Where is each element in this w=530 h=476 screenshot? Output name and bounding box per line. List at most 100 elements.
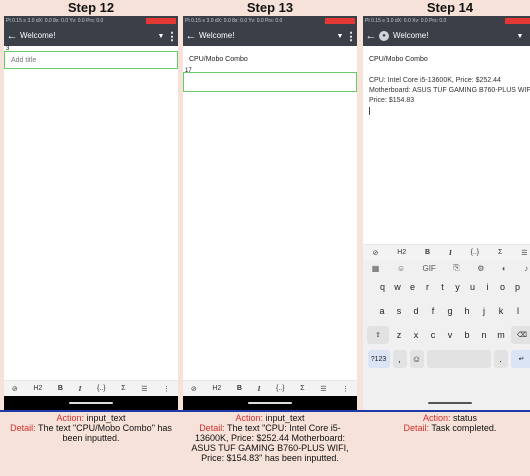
math-button[interactable]: Σ xyxy=(300,385,304,392)
key-d[interactable]: d xyxy=(409,302,423,320)
note-body-input[interactable]: CPU: Intel Core i5-13600K, Price: $252.4… xyxy=(369,76,530,115)
home-pill[interactable] xyxy=(69,402,113,404)
mic-icon[interactable]: ♪ xyxy=(524,264,528,273)
code-button[interactable]: {..} xyxy=(97,385,106,392)
italic-button[interactable]: I xyxy=(258,385,261,393)
key-z[interactable]: z xyxy=(392,326,406,344)
status-text: Pt 0.15 ≡ 3.0 dX: 0.0 8x: 0.0 Yv: 0.0 Pr… xyxy=(185,18,283,24)
chevron-down-icon[interactable]: ▼ xyxy=(335,33,345,40)
note-title-input[interactable]: CPU/Mobo Combo xyxy=(183,51,357,69)
backspace-key[interactable]: ⌫ xyxy=(511,326,530,344)
key-o[interactable]: o xyxy=(496,278,510,296)
sticker-icon[interactable]: ☺ xyxy=(397,264,405,273)
gif-button[interactable]: GIF xyxy=(422,264,435,273)
status-bar: Pt 0.15 ≡ 3.0 dX: 0.0 8x: 0.0 Yv: 0.0 Pr… xyxy=(183,16,357,26)
chevron-down-icon[interactable]: ▼ xyxy=(515,33,525,40)
palette-icon[interactable]: ◐ xyxy=(502,264,507,273)
key-i[interactable]: i xyxy=(481,278,495,296)
key-u[interactable]: u xyxy=(466,278,480,296)
step-caption: Action: input_text Detail: The text "CPU… xyxy=(4,413,178,443)
key-a[interactable]: a xyxy=(375,302,389,320)
list-button[interactable]: ☰ xyxy=(141,385,147,393)
bold-button[interactable]: B xyxy=(237,385,242,392)
more-options-icon[interactable]: ⋮ xyxy=(525,30,530,43)
back-arrow-icon[interactable]: ← xyxy=(363,26,379,46)
back-arrow-icon[interactable]: ← xyxy=(183,26,199,46)
list-button[interactable]: ☰ xyxy=(521,249,527,257)
app-bar-title[interactable]: Welcome! xyxy=(393,26,515,46)
more-options-icon[interactable]: ⋮ xyxy=(345,30,357,43)
key-f[interactable]: f xyxy=(426,302,440,320)
action-label: Action: xyxy=(235,413,263,423)
period-key[interactable]: . xyxy=(493,350,508,368)
chevron-down-icon[interactable]: ▼ xyxy=(156,33,166,40)
key-h[interactable]: h xyxy=(460,302,474,320)
key-n[interactable]: n xyxy=(477,326,491,344)
key-m[interactable]: m xyxy=(494,326,508,344)
apps-grid-icon[interactable]: ▦ xyxy=(372,264,380,273)
list-button[interactable]: ☰ xyxy=(320,385,326,393)
bold-button[interactable]: B xyxy=(58,385,63,392)
home-pill[interactable] xyxy=(428,402,472,404)
emoji-key[interactable]: ☺ xyxy=(409,350,424,368)
space-key[interactable] xyxy=(426,350,491,368)
key-v[interactable]: v xyxy=(443,326,457,344)
settings-gear-icon[interactable]: ⚙ xyxy=(477,264,484,273)
italic-button[interactable]: I xyxy=(79,385,82,393)
status-text: Pt 0.15 ≡ 3.0 dX: 0.0 8x: 0.0 Yv: 0.0 Pr… xyxy=(6,18,104,24)
keyboard-row-3: ⇧ z x c v b n m ⌫ xyxy=(363,326,530,344)
nav-bar xyxy=(183,396,357,410)
key-x[interactable]: x xyxy=(409,326,423,344)
home-pill[interactable] xyxy=(248,402,292,404)
key-s[interactable]: s xyxy=(392,302,406,320)
key-c[interactable]: c xyxy=(426,326,440,344)
code-button[interactable]: {..} xyxy=(276,385,285,392)
avatar-icon[interactable]: ● xyxy=(379,31,389,41)
italic-button[interactable]: I xyxy=(449,249,452,257)
clear-format-icon[interactable]: ⊘ xyxy=(191,385,197,393)
clipboard-icon[interactable]: ⎘ xyxy=(453,263,459,273)
math-button[interactable]: Σ xyxy=(498,249,502,256)
action-label: Action: xyxy=(422,413,451,423)
shift-key[interactable]: ⇧ xyxy=(367,326,389,344)
text-cursor xyxy=(369,107,370,115)
step-panel-12: Step 12 Pt 0.15 ≡ 3.0 dX: 0.0 8x: 0.0 Yv… xyxy=(4,0,178,476)
phone-screen: Pt 0.15 ≡ 3.0 dX: 0.0 8x: 0.0 Yv: 0.0 Pr… xyxy=(4,16,178,410)
key-w[interactable]: w xyxy=(391,278,405,296)
key-b[interactable]: b xyxy=(460,326,474,344)
bold-button[interactable]: B xyxy=(425,249,430,256)
key-j[interactable]: j xyxy=(477,302,491,320)
note-title-input[interactable]: CPU/Mobo Combo xyxy=(363,51,530,69)
key-p[interactable]: p xyxy=(511,278,525,296)
heading-button[interactable]: H2 xyxy=(33,385,42,392)
math-button[interactable]: Σ xyxy=(121,385,125,392)
app-bar-title[interactable]: Welcome! xyxy=(20,26,156,46)
more-options-icon[interactable]: ⋮ xyxy=(166,30,178,43)
soft-keyboard: ▦ ☺ GIF ⎘ ⚙ ◐ ♪ q w e r t y u i o p a s … xyxy=(363,260,530,410)
key-y[interactable]: y xyxy=(451,278,465,296)
enter-key[interactable]: ↵ xyxy=(510,350,530,368)
back-arrow-icon[interactable]: ← xyxy=(4,26,20,46)
detail-label: Detail: xyxy=(199,423,225,433)
code-button[interactable]: {..} xyxy=(471,249,480,256)
detail-value: The text "CPU/Mobo Combo" has been input… xyxy=(37,423,172,443)
key-q[interactable]: q xyxy=(376,278,390,296)
key-l[interactable]: l xyxy=(511,302,525,320)
more-format-icon[interactable]: ⋮ xyxy=(163,385,170,393)
app-bar-title[interactable]: Welcome! xyxy=(199,26,335,46)
symbols-key[interactable]: ?123 xyxy=(367,350,390,368)
heading-button[interactable]: H2 xyxy=(212,385,221,392)
comma-key[interactable]: , xyxy=(392,350,407,368)
clear-format-icon[interactable]: ⊘ xyxy=(372,249,378,257)
more-format-icon[interactable]: ⋮ xyxy=(342,385,349,393)
key-g[interactable]: g xyxy=(443,302,457,320)
key-k[interactable]: k xyxy=(494,302,508,320)
clear-format-icon[interactable]: ⊘ xyxy=(12,385,18,393)
key-e[interactable]: e xyxy=(406,278,420,296)
heading-button[interactable]: H2 xyxy=(397,249,406,256)
key-t[interactable]: t xyxy=(436,278,450,296)
note-title-input[interactable]: 3 Add title xyxy=(4,46,178,69)
key-r[interactable]: r xyxy=(421,278,435,296)
record-indicator xyxy=(505,18,530,24)
note-body-input[interactable]: 17 xyxy=(183,68,357,92)
